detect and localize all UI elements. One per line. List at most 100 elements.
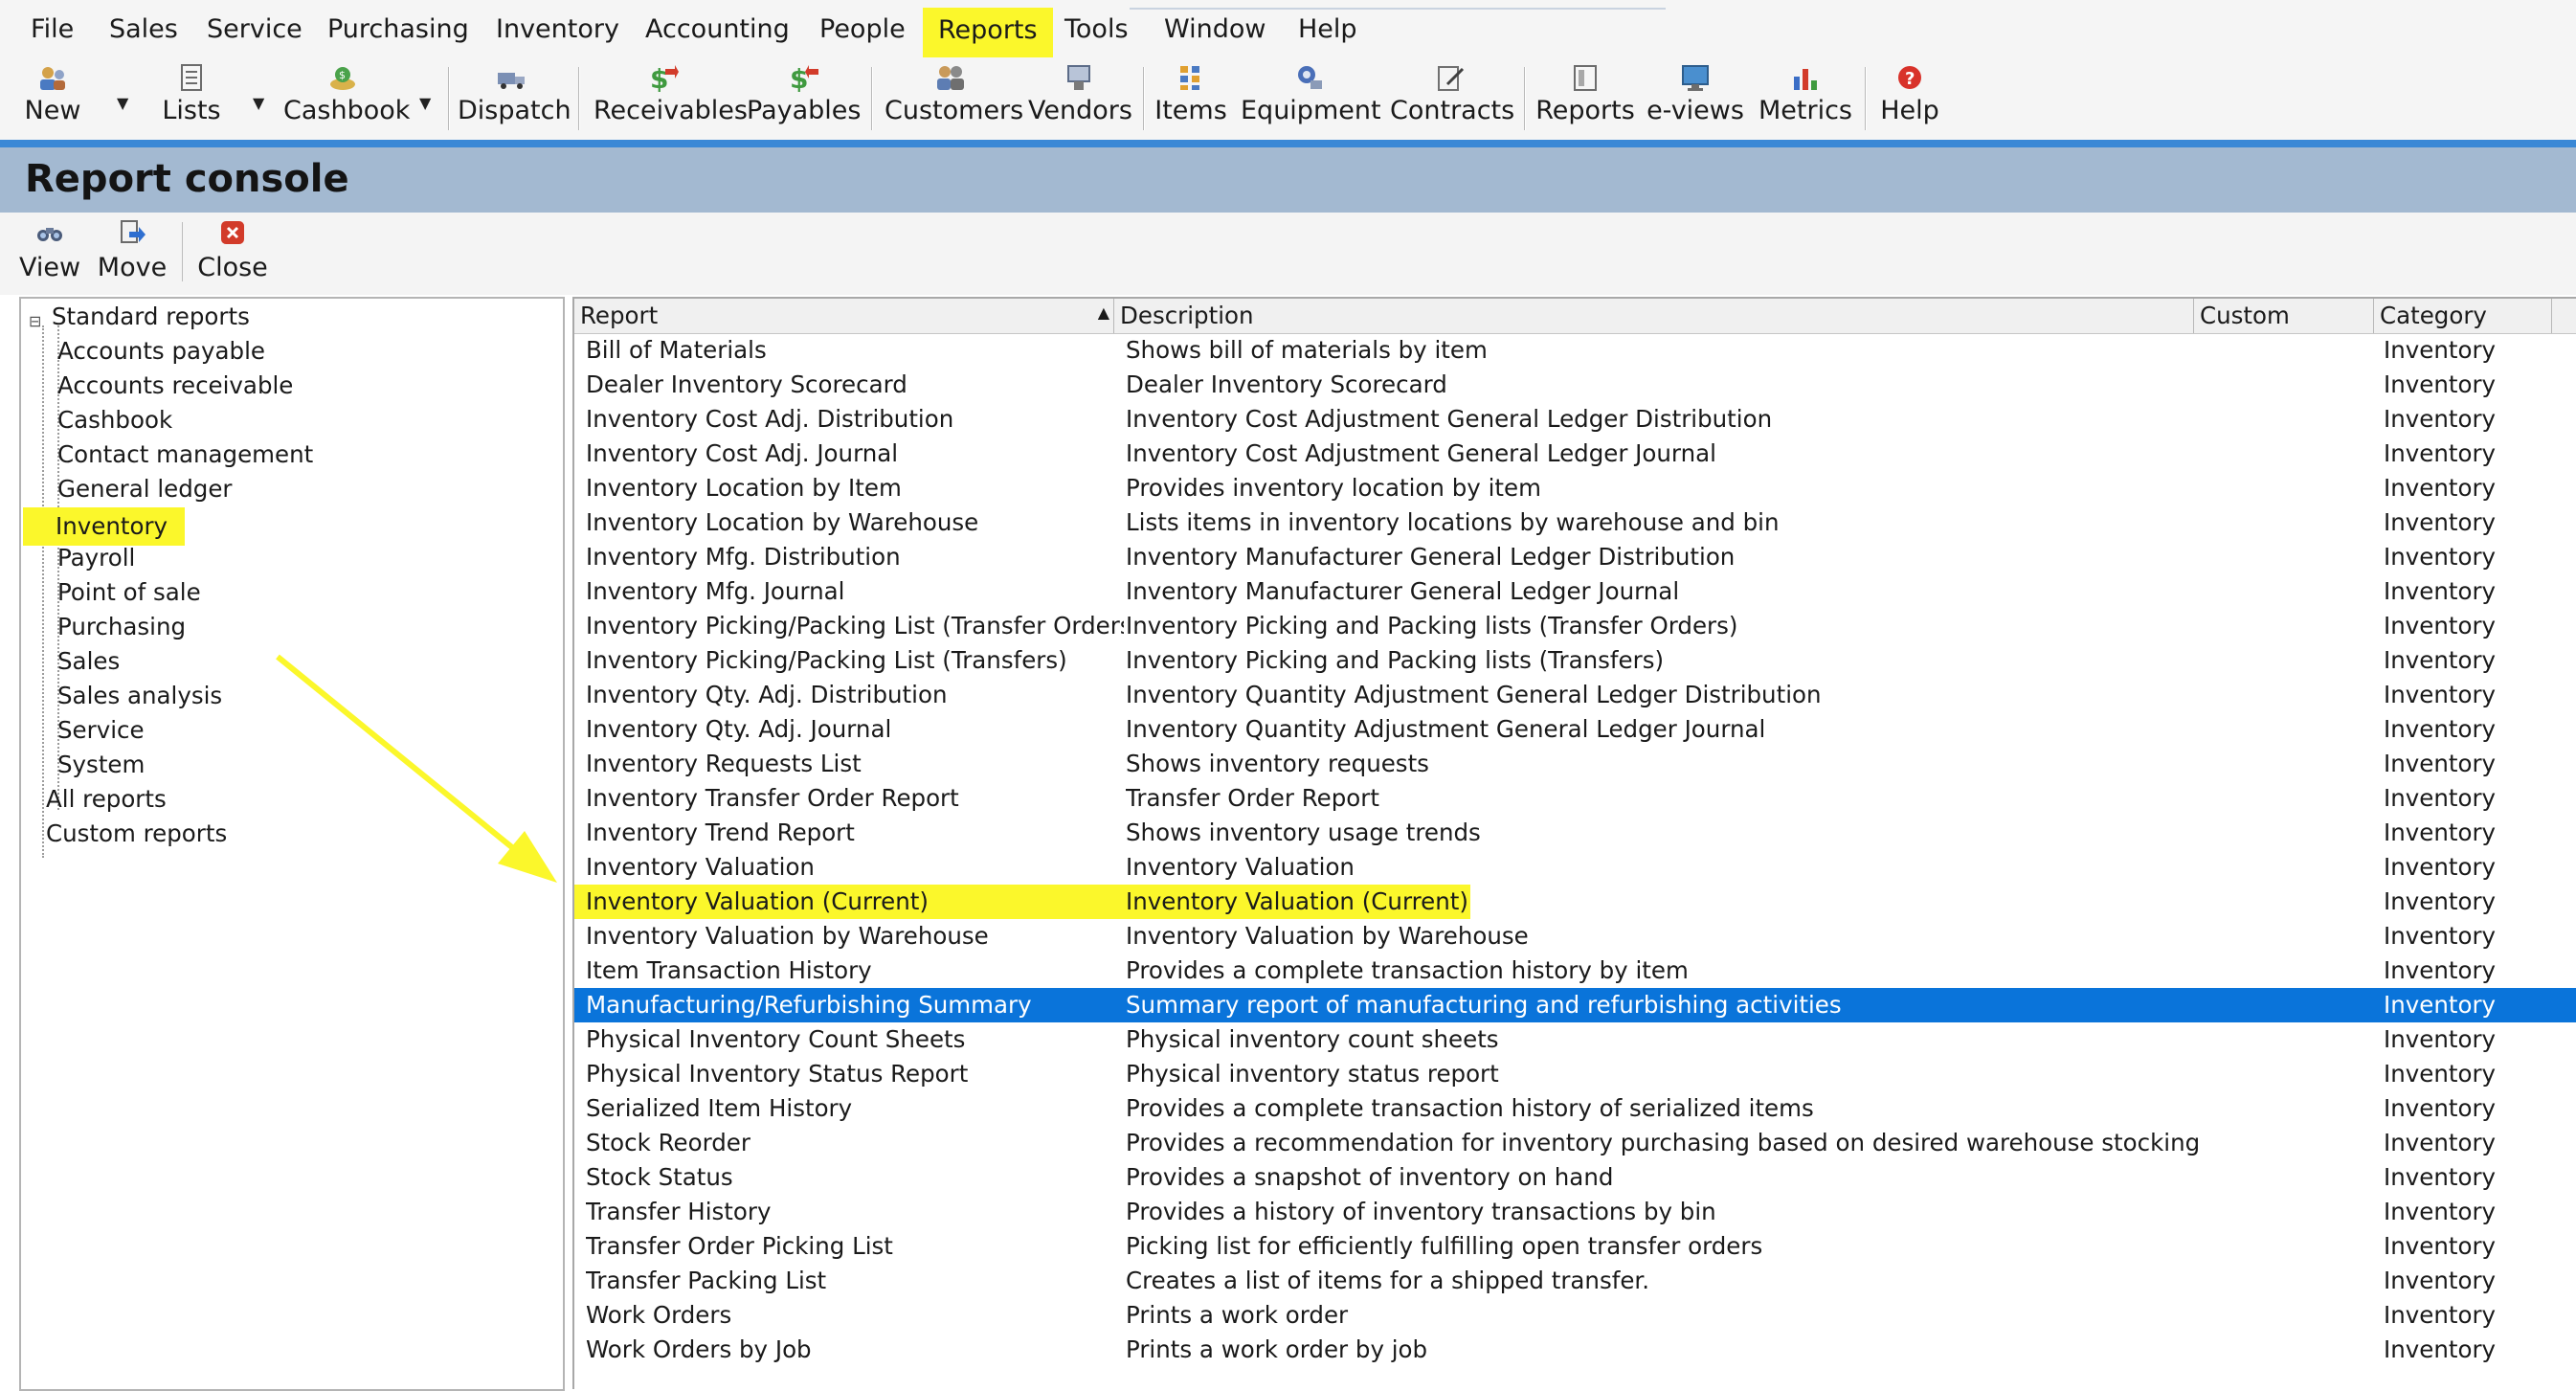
cell-category: Inventory — [2384, 1232, 2497, 1260]
report-grid: Report ▲ Description Custom Category Bil… — [572, 297, 2576, 1389]
table-row[interactable]: Physical Inventory Status Report Physical… — [574, 1057, 2576, 1091]
menu-purchasing[interactable]: Purchasing — [318, 10, 479, 50]
menu-window[interactable]: Window — [1154, 10, 1275, 50]
cell-report-name: Manufacturing/Refurbishing Summary — [586, 991, 1032, 1019]
move-button[interactable]: Move — [96, 218, 168, 282]
table-row[interactable]: Inventory Mfg. Journal Inventory Manufact… — [574, 574, 2576, 609]
menu-sales[interactable]: Sales — [100, 10, 188, 50]
tree-node-sales-analysis[interactable]: Sales analysis — [56, 680, 224, 712]
menu-accounting[interactable]: Accounting — [636, 10, 799, 50]
table-row[interactable]: Manufacturing/Refurbishing Summary Summar… — [574, 988, 2576, 1022]
close-button[interactable]: Close — [197, 218, 268, 282]
cell-report-name: Serialized Item History — [586, 1094, 853, 1122]
close-icon — [221, 221, 244, 244]
cell-category: Inventory — [2384, 612, 2497, 639]
lists-dropdown-arrow-icon[interactable]: ▼ — [253, 94, 264, 112]
tree-node-point-of-sale[interactable]: Point of sale — [56, 576, 203, 609]
reports-button[interactable]: Reports — [1535, 59, 1635, 136]
table-row[interactable]: Item Transaction History Provides a compl… — [574, 954, 2576, 988]
new-dropdown-arrow-icon[interactable]: ▼ — [117, 94, 128, 112]
column-header-custom[interactable]: Custom — [2194, 299, 2374, 333]
cell-report-name: Inventory Qty. Adj. Distribution — [586, 681, 948, 708]
cell-category: Inventory — [2384, 543, 2497, 571]
table-row[interactable]: Inventory Valuation (Current) Inventory V… — [574, 885, 2576, 919]
report-category-tree[interactable]: ⊟ Standard reports Accounts payable Acco… — [19, 297, 565, 1391]
lists-button[interactable]: Lists — [161, 59, 222, 136]
receivables-button[interactable]: $ Receivables — [594, 59, 748, 136]
toolbar-separator — [1524, 67, 1526, 130]
table-row[interactable]: Inventory Valuation Inventory Valuation In… — [574, 850, 2576, 885]
table-row[interactable]: Work Orders Prints a work order Inventory — [574, 1298, 2576, 1333]
table-row[interactable]: Inventory Cost Adj. Journal Inventory Cos… — [574, 437, 2576, 471]
dispatch-button[interactable]: Dispatch — [458, 59, 571, 136]
cashbook-dropdown-arrow-icon[interactable]: ▼ — [419, 94, 431, 112]
table-row[interactable]: Transfer History Provides a history of in… — [574, 1195, 2576, 1229]
table-row[interactable]: Inventory Mfg. Distribution Inventory Man… — [574, 540, 2576, 574]
tree-node-contact-management[interactable]: Contact management — [56, 438, 315, 471]
menu-people[interactable]: People — [810, 10, 915, 50]
table-row[interactable]: Transfer Order Picking List Picking list … — [574, 1229, 2576, 1264]
column-header-report[interactable]: Report ▲ — [574, 299, 1114, 333]
table-row[interactable]: Dealer Inventory Scorecard Dealer Invento… — [574, 368, 2576, 402]
tree-node-inventory[interactable]: Inventory — [23, 507, 186, 546]
table-row[interactable]: Inventory Trend Report Shows inventory us… — [574, 816, 2576, 850]
cell-report-name: Transfer History — [586, 1198, 772, 1225]
customers-button[interactable]: Customers — [885, 59, 1023, 136]
tree-node-accounts-receivable[interactable]: Accounts receivable — [56, 370, 295, 402]
metrics-button[interactable]: Metrics — [1758, 59, 1853, 136]
collapse-icon[interactable]: ⊟ — [29, 312, 41, 330]
cashbook-button[interactable]: $ Cashbook — [283, 59, 410, 136]
contracts-button[interactable]: Contracts — [1390, 59, 1514, 136]
table-row[interactable]: Transfer Packing List Creates a list of i… — [574, 1264, 2576, 1298]
new-button[interactable]: New — [19, 59, 86, 136]
menu-tools[interactable]: Tools — [1055, 10, 1138, 50]
table-row[interactable]: Inventory Transfer Order Report Transfer … — [574, 781, 2576, 816]
table-row[interactable]: Inventory Picking/Packing List (Transfer… — [574, 609, 2576, 643]
cell-category: Inventory — [2384, 405, 2497, 433]
cell-category: Inventory — [2384, 1094, 2497, 1122]
table-row[interactable]: Inventory Qty. Adj. Journal Inventory Qua… — [574, 712, 2576, 747]
column-header-description[interactable]: Description — [1114, 299, 2194, 333]
tree-node-system[interactable]: System — [56, 749, 146, 781]
tree-node-all-reports[interactable]: All reports — [44, 783, 168, 816]
table-row[interactable]: Bill of Materials Shows bill of materials… — [574, 333, 2576, 368]
tree-node-service[interactable]: Service — [56, 714, 146, 747]
table-row[interactable]: Work Orders by Job Prints a work order by… — [574, 1333, 2576, 1367]
menu-inventory[interactable]: Inventory — [486, 10, 629, 50]
menu-help[interactable]: Help — [1288, 10, 1367, 50]
menu-service[interactable]: Service — [197, 10, 312, 50]
table-row[interactable]: Inventory Location by Warehouse Lists ite… — [574, 505, 2576, 540]
menu-file[interactable]: File — [21, 10, 83, 50]
view-button[interactable]: View — [17, 218, 82, 282]
table-row[interactable]: Stock Reorder Provides a recommendation f… — [574, 1126, 2576, 1160]
table-row[interactable]: Serialized Item History Provides a comple… — [574, 1091, 2576, 1126]
payables-button[interactable]: $ Payables — [747, 59, 861, 136]
tree-node-payroll[interactable]: Payroll — [56, 542, 137, 574]
tree-node-purchasing[interactable]: Purchasing — [56, 611, 188, 643]
tree-node-sales[interactable]: Sales — [56, 645, 122, 678]
vendors-button[interactable]: Vendors — [1028, 59, 1132, 136]
equipment-button[interactable]: Equipment — [1241, 59, 1381, 136]
column-header-category[interactable]: Category — [2374, 299, 2552, 333]
tree-node-standard-reports[interactable]: Standard reports — [50, 301, 252, 333]
table-row[interactable]: Inventory Location by Item Provides inven… — [574, 471, 2576, 505]
help-icon: ? — [1898, 66, 1921, 89]
tree-node-cashbook[interactable]: Cashbook — [56, 404, 174, 437]
cell-category: Inventory — [2384, 1129, 2497, 1156]
e-views-button[interactable]: e-views — [1645, 59, 1746, 136]
table-row[interactable]: Stock Status Provides a snapshot of inven… — [574, 1160, 2576, 1195]
table-row[interactable]: Inventory Qty. Adj. Distribution Inventor… — [574, 678, 2576, 712]
table-row[interactable]: Inventory Cost Adj. Distribution Inventor… — [574, 402, 2576, 437]
cell-report-name: Work Orders — [586, 1301, 732, 1329]
table-row[interactable]: Inventory Valuation by Warehouse Inventor… — [574, 919, 2576, 954]
table-row[interactable]: Inventory Requests List Shows inventory r… — [574, 747, 2576, 781]
table-row[interactable]: Physical Inventory Count Sheets Physical … — [574, 1022, 2576, 1057]
cell-category: Inventory — [2384, 819, 2497, 846]
tree-node-custom-reports[interactable]: Custom reports — [44, 818, 229, 850]
tree-node-general-ledger[interactable]: General ledger — [56, 473, 234, 505]
tree-node-accounts-payable[interactable]: Accounts payable — [56, 335, 267, 368]
help-button[interactable]: ? Help — [1874, 59, 1945, 136]
menu-reports[interactable]: Reports — [923, 8, 1053, 57]
items-button[interactable]: Items — [1153, 59, 1229, 136]
table-row[interactable]: Inventory Picking/Packing List (Transfer… — [574, 643, 2576, 678]
